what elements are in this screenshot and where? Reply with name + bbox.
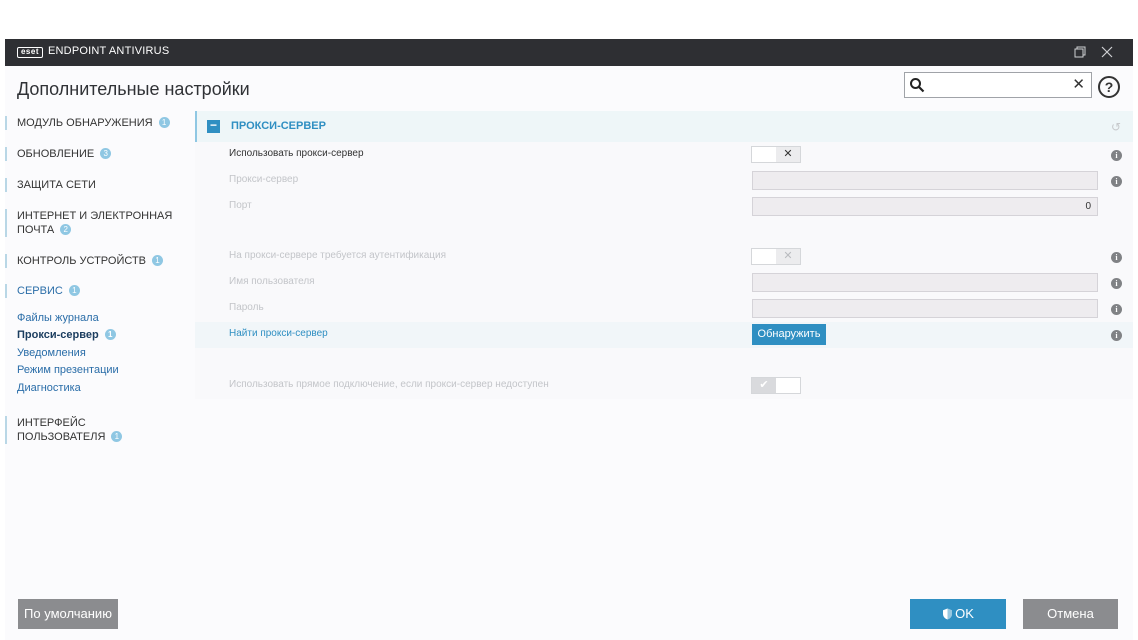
section-title: ПРОКСИ-СЕРВЕР bbox=[231, 120, 326, 132]
proxy-server-field[interactable] bbox=[752, 171, 1098, 190]
eset-logo: eset bbox=[17, 47, 43, 58]
sidebar-item-label: МОДУЛЬ ОБНАРУЖЕНИЯ bbox=[17, 117, 153, 129]
title-bar: eset ENDPOINT ANTIVIRUS bbox=[5, 39, 1133, 66]
sidebar-item-network[interactable]: ЗАЩИТА СЕТИ bbox=[5, 178, 96, 192]
sidebar-item-label: ИНТЕРФЕЙС bbox=[17, 417, 86, 429]
count-badge: 1 bbox=[152, 255, 164, 266]
sidebar-item-label: ПОЛЬЗОВАТЕЛЯ bbox=[17, 431, 106, 443]
toggle-off-icon: ✕ bbox=[776, 249, 800, 264]
setting-row-use-proxy: Использовать прокси-сервер ✕ i bbox=[195, 142, 1133, 168]
count-badge: 1 bbox=[111, 431, 123, 442]
eset-logo-text: eset bbox=[20, 47, 39, 56]
auth-required-toggle[interactable]: ✕ bbox=[751, 248, 801, 265]
info-icon[interactable]: i bbox=[1111, 304, 1122, 315]
section-header[interactable]: − ПРОКСИ-СЕРВЕР ↺ bbox=[195, 111, 1133, 142]
detect-button[interactable]: Обнаружить bbox=[752, 324, 826, 345]
setting-label: Использовать прямое подключение, если пр… bbox=[229, 379, 549, 390]
restore-window-icon[interactable] bbox=[1071, 44, 1089, 62]
collapse-icon[interactable]: − bbox=[207, 119, 220, 133]
sidebar-item-label: СЕРВИС bbox=[17, 285, 63, 297]
sidebar-subitem-notifications[interactable]: Уведомления bbox=[17, 346, 86, 360]
count-badge: 3 bbox=[100, 148, 112, 159]
sidebar-item-label: ОБНОВЛЕНИЕ bbox=[17, 148, 95, 160]
page-title: Дополнительные настройки bbox=[17, 79, 250, 99]
ok-button[interactable]: OK bbox=[910, 599, 1006, 629]
sidebar-item-label: ПОЧТА bbox=[17, 224, 55, 236]
setting-label: Найти прокси-сервер bbox=[229, 328, 328, 339]
toggle-on-icon: ✔ bbox=[752, 378, 776, 393]
sidebar-item-web-email[interactable]: ИНТЕРНЕТ И ЭЛЕКТРОННАЯ ПОЧТА 2 bbox=[5, 209, 172, 237]
sidebar-item-tools[interactable]: СЕРВИС 1 bbox=[5, 284, 80, 298]
setting-label: Прокси-сервер bbox=[229, 174, 299, 185]
setting-label: Использовать прокси-сервер bbox=[229, 148, 364, 159]
help-icon[interactable]: ? bbox=[1098, 76, 1120, 98]
password-field[interactable] bbox=[752, 299, 1098, 318]
sidebar-subitem-proxy[interactable]: Прокси-сервер 1 bbox=[17, 328, 116, 342]
count-badge: 1 bbox=[104, 329, 116, 340]
sidebar-item-user-interface[interactable]: ИНТЕРФЕЙС ПОЛЬЗОВАТЕЛЯ 1 bbox=[5, 416, 123, 444]
info-icon[interactable]: i bbox=[1111, 150, 1122, 161]
count-badge: 1 bbox=[158, 117, 170, 128]
setting-row-auth-required: На прокси-сервере требуется аутентификац… bbox=[195, 244, 1133, 270]
setting-label: Пароль bbox=[229, 302, 264, 313]
close-icon[interactable] bbox=[1098, 44, 1116, 62]
app-title: ENDPOINT ANTIVIRUS bbox=[48, 45, 170, 57]
username-field[interactable] bbox=[752, 273, 1098, 292]
sidebar-subitem-diagnostics[interactable]: Диагностика bbox=[17, 381, 81, 395]
port-field[interactable]: 0 bbox=[752, 197, 1098, 216]
cancel-button[interactable]: Отмена bbox=[1023, 599, 1118, 629]
setting-row-password: Пароль i bbox=[195, 296, 1133, 322]
sidebar-item-label: КОНТРОЛЬ УСТРОЙСТВ bbox=[17, 255, 147, 267]
count-badge: 2 bbox=[60, 224, 72, 235]
sidebar-item-device-control[interactable]: КОНТРОЛЬ УСТРОЙСТВ 1 bbox=[5, 254, 164, 268]
search-box[interactable]: ✕ bbox=[904, 72, 1092, 98]
setting-row-port: Порт 0 bbox=[195, 194, 1133, 220]
default-button[interactable]: По умолчанию bbox=[18, 599, 118, 629]
setting-row-proxy-server: Прокси-сервер i bbox=[195, 168, 1133, 194]
direct-connection-toggle[interactable]: ✔ bbox=[751, 377, 801, 394]
sidebar-subitem-log-files[interactable]: Файлы журнала bbox=[17, 311, 99, 325]
info-icon[interactable]: i bbox=[1111, 176, 1122, 187]
search-icon bbox=[909, 77, 925, 93]
shield-icon bbox=[942, 601, 953, 631]
info-icon[interactable]: i bbox=[1111, 252, 1122, 263]
info-icon[interactable]: i bbox=[1111, 330, 1122, 341]
sidebar-subitem-label: Прокси-сервер bbox=[17, 329, 99, 341]
count-badge: 1 bbox=[68, 285, 80, 296]
info-icon[interactable]: i bbox=[1111, 278, 1122, 289]
sidebar-subitem-presentation[interactable]: Режим презентации bbox=[17, 363, 119, 377]
sidebar-item-label: ИНТЕРНЕТ И ЭЛЕКТРОННАЯ bbox=[17, 210, 173, 222]
setting-row-username: Имя пользователя i bbox=[195, 270, 1133, 296]
setting-label: Порт bbox=[229, 200, 252, 211]
setting-label: На прокси-сервере требуется аутентификац… bbox=[229, 250, 447, 261]
sidebar-item-detection[interactable]: МОДУЛЬ ОБНАРУЖЕНИЯ 1 bbox=[5, 116, 170, 130]
setting-row-find-proxy: Найти прокси-сервер Обнаружить i bbox=[195, 322, 1133, 348]
main-window: eset ENDPOINT ANTIVIRUS Дополнительные н… bbox=[5, 39, 1133, 640]
setting-label: Имя пользователя bbox=[229, 276, 315, 287]
clear-search-icon[interactable]: ✕ bbox=[1072, 75, 1085, 95]
sidebar-item-label: ЗАЩИТА СЕТИ bbox=[17, 179, 96, 191]
settings-panel: − ПРОКСИ-СЕРВЕР ↺ Использовать прокси-се… bbox=[195, 111, 1133, 399]
sidebar-item-update[interactable]: ОБНОВЛЕНИЕ 3 bbox=[5, 147, 112, 161]
ok-button-label: OK bbox=[955, 606, 974, 621]
setting-row-direct-connection: Использовать прямое подключение, если пр… bbox=[195, 373, 1133, 399]
use-proxy-toggle[interactable]: ✕ bbox=[751, 146, 801, 163]
toggle-off-icon: ✕ bbox=[776, 147, 800, 162]
revert-icon[interactable]: ↺ bbox=[1111, 120, 1121, 134]
search-input[interactable] bbox=[929, 76, 1069, 94]
